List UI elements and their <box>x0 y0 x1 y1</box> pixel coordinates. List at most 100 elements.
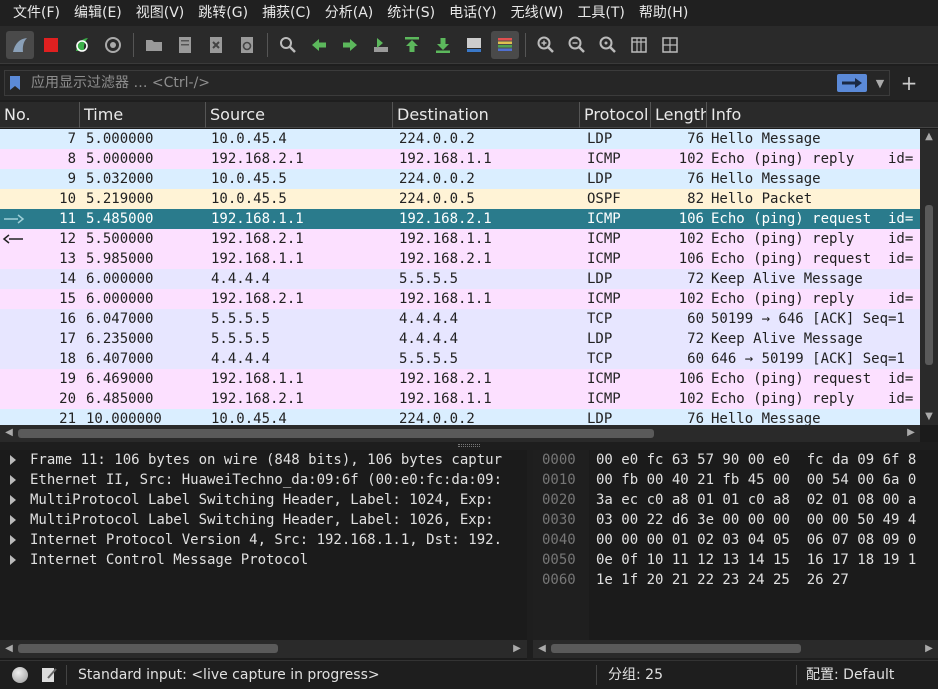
packet-row[interactable]: 11 5.485000 192.168.1.1 192.168.2.1 ICMP 106 E… <box>0 209 920 229</box>
column-header-destination[interactable]: Destination <box>393 102 580 128</box>
expand-arrow-icon[interactable] <box>10 475 16 485</box>
bookmark-icon[interactable] <box>5 71 25 95</box>
packet-length: 102 <box>678 151 704 167</box>
scroll-thumb[interactable] <box>925 205 933 365</box>
auto-scroll-icon[interactable] <box>460 31 488 59</box>
packet-row[interactable]: 7 5.000000 10.0.45.4 224.0.0.2 LDP 76 Hello Me… <box>0 129 920 149</box>
menu-wireless[interactable]: 无线(W) <box>504 0 571 26</box>
detail-row-icmp[interactable]: Internet Control Message Protocol <box>0 550 527 570</box>
go-to-packet-icon[interactable] <box>367 31 395 59</box>
packet-row[interactable]: 21 10.000000 10.0.45.4 224.0.0.2 LDP 76 Hello … <box>0 409 920 425</box>
packet-row[interactable]: 18 6.407000 4.4.4.4 5.5.5.5 TCP 60 646 → 50199… <box>0 349 920 369</box>
packet-destination: 192.168.1.1 <box>399 231 492 247</box>
apply-filter-button[interactable] <box>837 74 867 92</box>
expand-arrow-icon[interactable] <box>10 515 16 525</box>
zoom-out-icon[interactable] <box>563 31 591 59</box>
chevron-down-icon[interactable]: ▼ <box>871 71 889 95</box>
menu-telephony[interactable]: 电话(Y) <box>442 0 503 26</box>
restart-capture-icon[interactable] <box>68 31 96 59</box>
open-file-icon[interactable] <box>140 31 168 59</box>
packet-time: 5.500000 <box>86 231 154 247</box>
zoom-in-icon[interactable] <box>532 31 560 59</box>
packet-time: 10.000000 <box>86 411 162 425</box>
packet-row[interactable]: 9 5.032000 10.0.45.5 224.0.0.2 LDP 76 Hello Me… <box>0 169 920 189</box>
detail-row-frame[interactable]: Frame 11: 106 bytes on wire (848 bits), … <box>0 450 527 470</box>
packet-info: Keep Alive Message <box>711 331 863 347</box>
byte-hex[interactable]: 3a ec c0 a8 01 01 c0 a8 02 01 08 00 a <box>596 490 916 510</box>
display-filter-input[interactable] <box>25 71 837 95</box>
packet-row[interactable]: 14 6.000000 4.4.4.4 5.5.5.5 LDP 72 Keep Alive … <box>0 269 920 289</box>
go-back-icon[interactable] <box>305 31 333 59</box>
go-first-icon[interactable] <box>398 31 426 59</box>
menu-capture[interactable]: 捕获(C) <box>255 0 318 26</box>
packet-list-vertical-scrollbar[interactable]: ▲ ▼ <box>920 129 938 425</box>
expand-arrow-icon[interactable] <box>10 455 16 465</box>
menu-go[interactable]: 跳转(G) <box>191 0 255 26</box>
bytes-horizontal-scrollbar[interactable]: ◀ ▶ <box>533 640 938 658</box>
column-header-info[interactable]: Info <box>707 102 938 128</box>
menu-view[interactable]: 视图(V) <box>129 0 192 26</box>
save-file-icon[interactable] <box>171 31 199 59</box>
scroll-thumb[interactable] <box>551 644 801 653</box>
menu-file[interactable]: 文件(F) <box>6 0 67 26</box>
capture-options-icon[interactable] <box>99 31 127 59</box>
shark-fin-icon[interactable] <box>6 30 34 59</box>
add-filter-button[interactable]: + <box>896 70 922 96</box>
find-packet-icon[interactable] <box>274 31 302 59</box>
detail-row-ipv4[interactable]: Internet Protocol Version 4, Src: 192.16… <box>0 530 527 550</box>
detail-row-mpls-2[interactable]: MultiProtocol Label Switching Header, La… <box>0 510 527 530</box>
scroll-thumb[interactable] <box>18 644 278 653</box>
packet-row[interactable]: 15 6.000000 192.168.2.1 192.168.1.1 ICMP 102 E… <box>0 289 920 309</box>
scroll-thumb[interactable] <box>18 429 654 438</box>
packet-row[interactable]: 16 6.047000 5.5.5.5 4.4.4.4 TCP 60 50199 → 646… <box>0 309 920 329</box>
menu-help[interactable]: 帮助(H) <box>632 0 695 26</box>
reload-file-icon[interactable] <box>233 31 261 59</box>
zoom-normal-icon[interactable] <box>594 31 622 59</box>
profile-label[interactable]: 配置: Default <box>806 661 894 689</box>
packet-row[interactable]: 19 6.469000 192.168.1.1 192.168.2.1 ICMP 106 E… <box>0 369 920 389</box>
packet-length: 76 <box>687 171 704 187</box>
column-header-length[interactable]: Length <box>651 102 707 128</box>
byte-hex[interactable]: 00 fb 00 40 21 fb 45 00 00 54 00 6a 0 <box>596 470 916 490</box>
packet-source: 4.4.4.4 <box>211 271 271 287</box>
expand-arrow-icon[interactable] <box>10 535 16 545</box>
go-forward-icon[interactable] <box>336 31 364 59</box>
menu-edit[interactable]: 编辑(E) <box>67 0 129 26</box>
packet-row[interactable]: 8 5.000000 192.168.2.1 192.168.1.1 ICMP 102 Ec… <box>0 149 920 169</box>
packet-protocol: ICMP <box>587 251 621 267</box>
go-last-icon[interactable] <box>429 31 457 59</box>
resize-columns-icon[interactable] <box>625 31 653 59</box>
packet-row[interactable]: 20 6.485000 192.168.2.1 192.168.1.1 ICMP 102 E… <box>0 389 920 409</box>
stop-capture-icon[interactable] <box>37 31 65 59</box>
capture-comment-icon[interactable] <box>40 666 58 684</box>
byte-hex[interactable]: 00 00 00 01 02 03 04 05 06 07 08 09 0 <box>596 530 916 550</box>
expert-info-icon[interactable] <box>12 667 28 683</box>
column-header-time[interactable]: Time <box>80 102 206 128</box>
packet-list-horizontal-scrollbar[interactable]: ◀ ▶ <box>0 425 920 442</box>
colorize-icon[interactable] <box>491 30 519 59</box>
packet-row[interactable]: 10 5.219000 10.0.45.5 224.0.0.5 OSPF 82 Hello … <box>0 189 920 209</box>
details-horizontal-scrollbar[interactable]: ◀ ▶ <box>0 640 527 658</box>
byte-hex[interactable]: 0e 0f 10 11 12 13 14 15 16 17 18 19 1 <box>596 550 916 570</box>
menu-analyze[interactable]: 分析(A) <box>318 0 381 26</box>
byte-hex[interactable]: 00 e0 fc 63 57 90 00 e0 fc da 09 6f 8 <box>596 450 916 470</box>
packet-row[interactable]: 12 5.500000 192.168.2.1 192.168.1.1 ICMP 102 E… <box>0 229 920 249</box>
column-header-protocol[interactable]: Protocol <box>580 102 651 128</box>
layout-icon[interactable] <box>656 31 684 59</box>
expand-arrow-icon[interactable] <box>10 555 16 565</box>
menu-statistics[interactable]: 统计(S) <box>380 0 442 26</box>
column-header-no[interactable]: No. <box>0 102 80 128</box>
detail-row-mpls-1[interactable]: MultiProtocol Label Switching Header, La… <box>0 490 527 510</box>
packet-time: 6.000000 <box>86 291 154 307</box>
byte-hex[interactable]: 03 00 22 d6 3e 00 00 00 00 00 50 49 4 <box>596 510 916 530</box>
close-file-icon[interactable] <box>202 31 230 59</box>
column-header-source[interactable]: Source <box>206 102 393 128</box>
packet-row[interactable]: 13 5.985000 192.168.1.1 192.168.2.1 ICMP 106 E… <box>0 249 920 269</box>
detail-row-ethernet[interactable]: Ethernet II, Src: HuaweiTechno_da:09:6f … <box>0 470 527 490</box>
expand-arrow-icon[interactable] <box>10 495 16 505</box>
pane-splitter[interactable] <box>0 442 938 450</box>
menu-tools[interactable]: 工具(T) <box>570 0 631 26</box>
packet-row[interactable]: 17 6.235000 5.5.5.5 4.4.4.4 LDP 72 Keep Alive … <box>0 329 920 349</box>
packet-info: Echo (ping) request id= <box>711 371 914 387</box>
byte-hex[interactable]: 1e 1f 20 21 22 23 24 25 26 27 <box>596 570 849 590</box>
